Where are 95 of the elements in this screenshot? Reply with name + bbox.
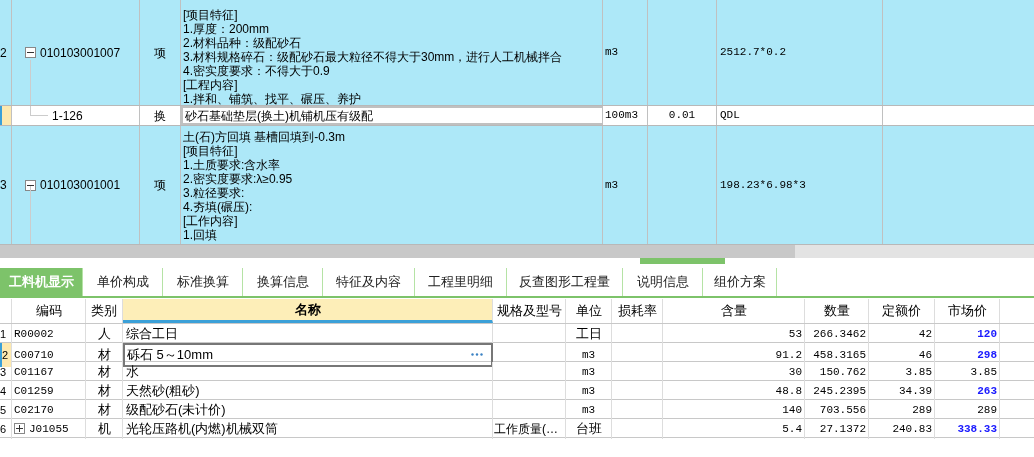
- collapse-icon[interactable]: [25, 47, 36, 58]
- content-value: 140: [782, 402, 802, 418]
- unit-text: m3: [605, 177, 619, 193]
- code-text: C01259: [14, 383, 54, 399]
- description-line: [项目特征]: [183, 144, 239, 158]
- name-field[interactable]: 砾石 5～10mm: [123, 343, 493, 367]
- base-price-value: 46: [918, 347, 932, 363]
- row-header[interactable]: 2: [0, 0, 12, 105]
- category-text: 材: [97, 382, 111, 400]
- description-line: 4.密实度要求：不得大于0.9: [183, 64, 331, 78]
- column-header[interactable]: 名称: [123, 299, 493, 323]
- code-text: J01055: [29, 421, 69, 437]
- name-text: 光轮压路机(内燃)机械双筒: [126, 420, 278, 438]
- content-value: 5.4: [782, 421, 802, 437]
- panel-splitter-handle[interactable]: [639, 258, 725, 264]
- unit-text: m3: [581, 364, 596, 380]
- category-text: 机: [97, 420, 111, 438]
- base-price-value: 34.39: [899, 383, 932, 399]
- unit-text: 工日: [575, 325, 602, 343]
- code-text: C00710: [14, 347, 54, 363]
- description-line: [项目特征]: [183, 8, 239, 22]
- base-price-value: 42: [918, 326, 932, 342]
- category-text: 人: [97, 325, 111, 343]
- scrollbar-thumb[interactable]: [0, 245, 795, 258]
- description-line: 3.粒径要求:: [183, 186, 246, 200]
- collapse-icon[interactable]: [25, 179, 36, 191]
- market-price-value: 120: [977, 326, 997, 342]
- description-line: [工作内容]: [183, 214, 239, 228]
- more-icon[interactable]: [471, 353, 483, 357]
- type-text: 项: [154, 177, 166, 194]
- description-line: 1.厚度：200mm: [183, 22, 271, 36]
- category-text: 材: [97, 401, 111, 419]
- code-text: C01167: [14, 364, 54, 380]
- expression-text: QDL: [720, 108, 740, 124]
- unit-text: m3: [581, 383, 596, 399]
- content-value: 30: [788, 364, 802, 380]
- row-number: 2: [0, 44, 7, 62]
- quantity-value: 150.762: [819, 364, 866, 380]
- quantity-value: 703.556: [819, 402, 866, 418]
- name-text: 天然砂(粗砂): [126, 382, 200, 400]
- unit-text: m3: [581, 402, 596, 418]
- code-text: 010103001007: [40, 44, 121, 62]
- description-line: 土(石)方回填 基槽回填到-0.3m: [183, 130, 346, 144]
- code-text: 1-126: [52, 107, 83, 125]
- category-text: 材: [97, 346, 111, 364]
- name-text: 综合工日: [126, 325, 178, 343]
- description-line: 2.材料品种：级配砂石: [183, 36, 302, 50]
- content-value: 91.2: [775, 347, 802, 363]
- row-number: 6: [0, 421, 7, 437]
- row-number: 4: [0, 383, 7, 399]
- market-price-value: 3.85: [970, 364, 997, 380]
- row-number: 5: [0, 402, 7, 418]
- row-number: 1: [0, 326, 7, 342]
- type-text: 换: [154, 107, 166, 125]
- market-price-value: 338.33: [957, 421, 997, 437]
- content-value: 53: [788, 326, 802, 342]
- description-line: 2.密实度要求:λ≥0.95: [183, 172, 294, 186]
- description-line: 3.材料规格碎石：级配砂石最大粒径不得大于30mm，进行人工机械拌合: [183, 50, 564, 64]
- base-price-value: 289: [912, 402, 932, 418]
- row-header[interactable]: 3: [0, 126, 12, 244]
- name-field[interactable]: 砂石基础垫层(换土)机铺机压有级配: [181, 106, 603, 125]
- quantity-value: 245.2395: [813, 383, 866, 399]
- quantity-value: 266.3462: [813, 326, 866, 342]
- market-price-value: 263: [977, 383, 997, 399]
- base-price-value: 240.83: [892, 421, 932, 437]
- market-price-value: 298: [977, 347, 997, 363]
- code-text: 010103001001: [40, 177, 121, 194]
- code-text: C02170: [14, 402, 54, 418]
- name-text: 级配砂石(未计价): [126, 401, 226, 419]
- content-value: 48.8: [775, 383, 802, 399]
- row-number: 3: [0, 177, 7, 194]
- quantity-value: 458.3165: [813, 347, 866, 363]
- quantity-value: 27.1372: [819, 421, 866, 437]
- unit-text: 台班: [575, 420, 602, 438]
- description-line: [工程内容]: [183, 78, 239, 92]
- row-header[interactable]: [0, 106, 12, 125]
- row-number: 2: [2, 347, 9, 363]
- description-line: 4.夯填(碾压):: [183, 200, 254, 214]
- unit-text: m3: [605, 45, 619, 61]
- spec-text: 工作质量(…: [494, 420, 558, 438]
- description-line: 1.回填: [183, 228, 218, 242]
- category-text: 材: [97, 363, 111, 381]
- base-price-value: 3.85: [905, 364, 932, 380]
- description-line: 1.土质要求:含水率: [183, 158, 282, 172]
- expression-text: 2512.7*0.2: [720, 45, 786, 61]
- unit-text: 100m3: [605, 108, 638, 124]
- market-price-value: 289: [977, 402, 997, 418]
- code-text: R00002: [14, 326, 54, 342]
- unit-text: m3: [581, 347, 596, 363]
- coefficient-text: 0.01: [668, 108, 696, 124]
- description-line: 1.拌和、铺筑、找平、碾压、养护: [183, 92, 362, 105]
- type-text: 项: [154, 44, 166, 62]
- expression-text: 198.23*6.98*3: [720, 177, 806, 193]
- row-number: 3: [0, 364, 7, 380]
- expand-icon[interactable]: [14, 423, 25, 435]
